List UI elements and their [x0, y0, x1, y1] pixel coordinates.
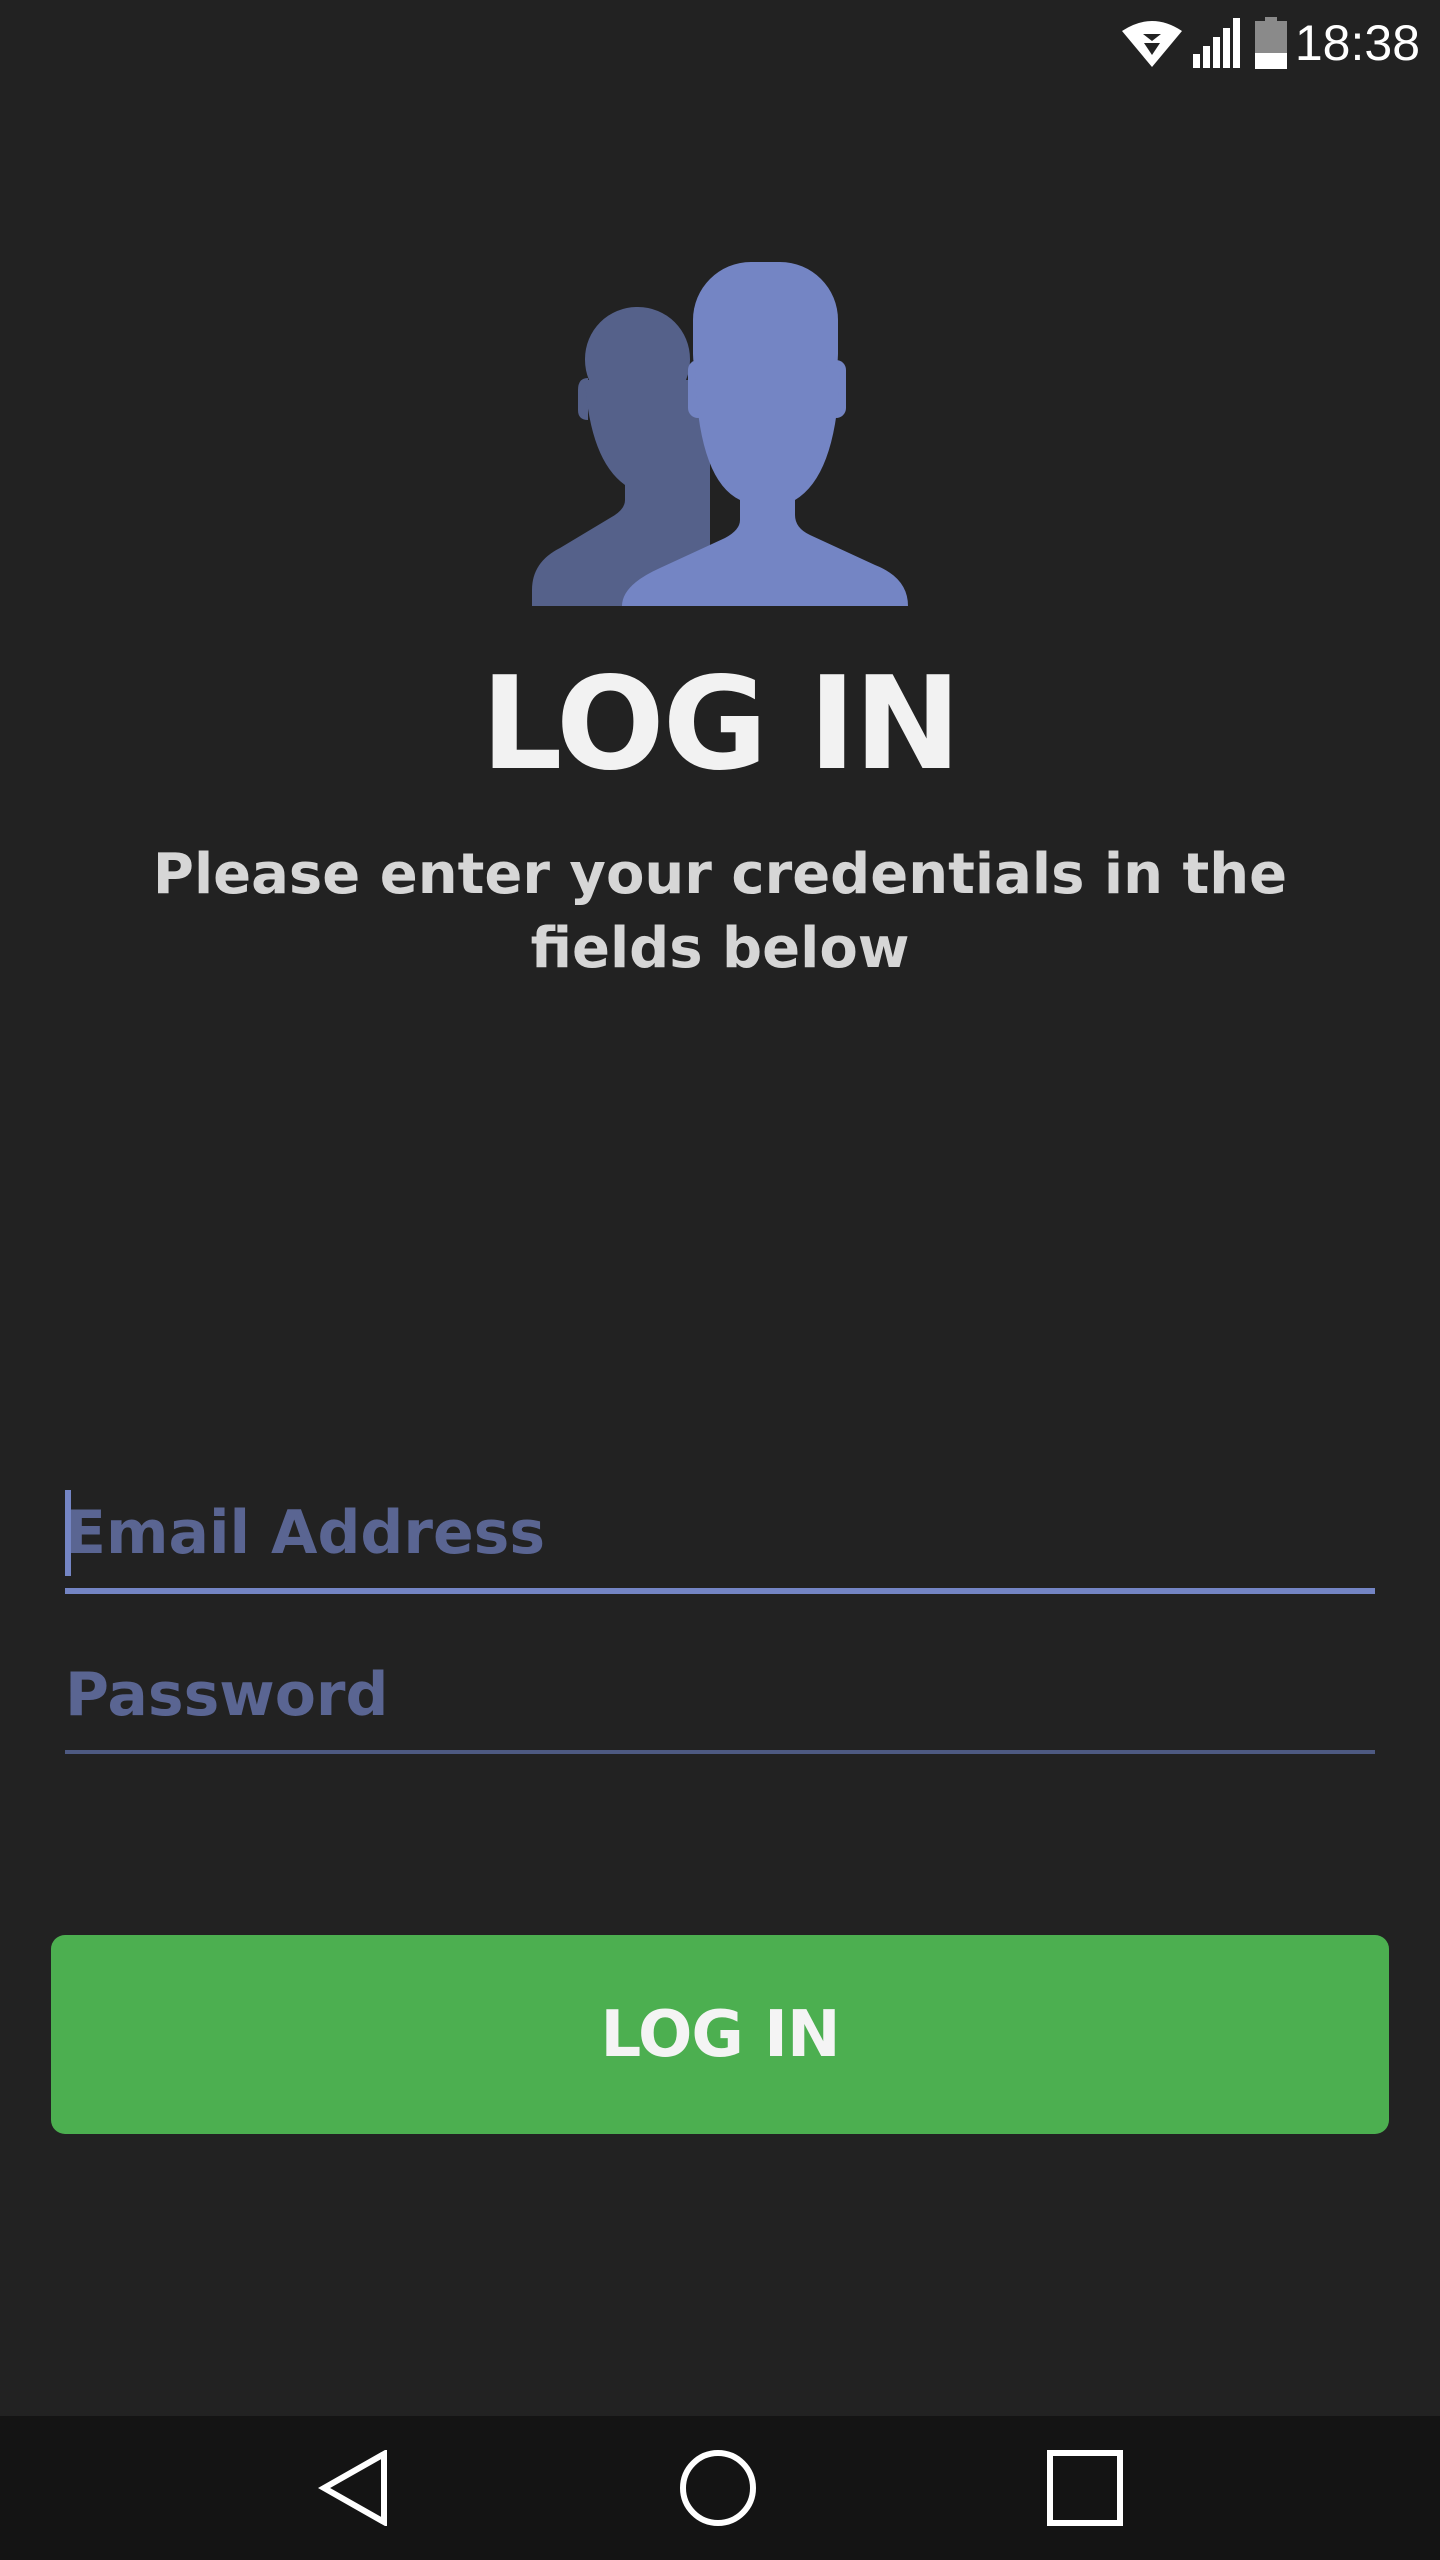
- recents-icon[interactable]: [1035, 2438, 1135, 2538]
- battery-icon: [1254, 17, 1287, 69]
- cell-signal-icon: [1192, 18, 1241, 68]
- text-cursor: [65, 1490, 71, 1576]
- navigation-bar: [0, 2416, 1440, 2560]
- page-title: LOG IN: [480, 650, 961, 799]
- status-icons: 18:38: [1121, 8, 1420, 78]
- home-icon[interactable]: [668, 2438, 768, 2538]
- back-icon[interactable]: [305, 2438, 405, 2538]
- wifi-icon: [1121, 17, 1183, 69]
- status-time: 18:38: [1294, 15, 1420, 71]
- status-bar: 18:38: [0, 0, 1440, 84]
- email-input[interactable]: [65, 1478, 1375, 1588]
- page-subtitle: Please enter your credentials in the fie…: [152, 842, 1288, 981]
- users-icon: [530, 260, 910, 606]
- email-field[interactable]: [65, 1478, 1375, 1594]
- password-input[interactable]: [65, 1640, 1375, 1750]
- login-button[interactable]: LOG IN: [51, 1935, 1389, 2134]
- password-field[interactable]: [65, 1640, 1375, 1754]
- login-screen: 18:38 LOG IN Please enter your credentia…: [0, 0, 1440, 2560]
